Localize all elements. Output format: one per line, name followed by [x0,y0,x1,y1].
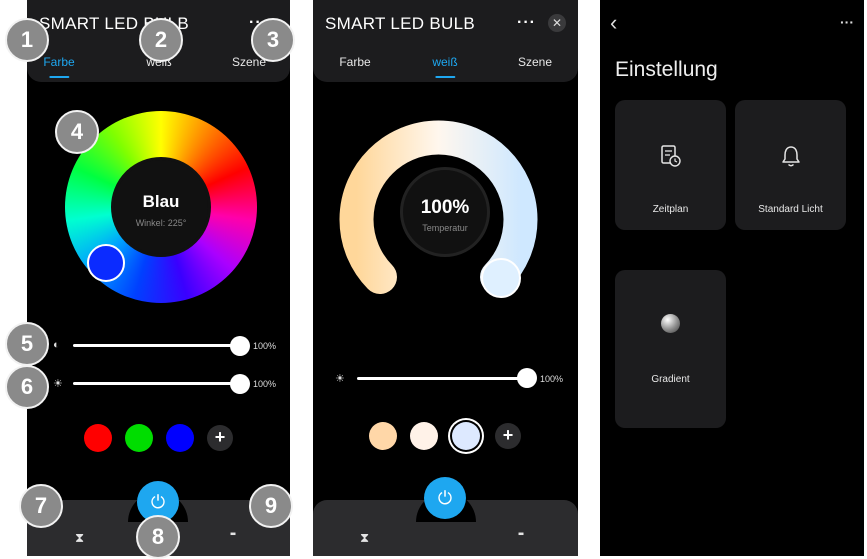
contrast-icon: ◐ [53,339,60,351]
card-zeitplan[interactable]: Zeitplan [615,100,726,230]
app-title: SMART LED BULB [325,14,476,33]
grid-icon[interactable]: ▪▪ [230,529,236,540]
card-standard-licht[interactable]: Standard Licht [735,100,846,230]
screen-einstellung: ‹ ··· Einstellung Zeitplan Standard Lich… [600,0,864,556]
more-options-icon[interactable]: ··· [517,14,536,32]
tab-weiss[interactable]: weiß [432,55,458,78]
callout-badge-2: 2 [139,18,183,62]
color-picker-handle[interactable] [87,244,125,282]
back-icon[interactable]: ‹ [610,10,617,36]
timer-icon[interactable]: ⧗ [75,530,84,546]
tab-farbe[interactable]: Farbe [43,55,75,78]
card-gradient[interactable]: Gradient [615,270,726,428]
callout-badge-7: 7 [19,484,63,528]
gradient-icon [615,314,726,339]
callout-badge-9: 9 [249,484,293,528]
page-title: Einstellung [615,58,718,81]
power-button[interactable]: ⏻ [424,477,466,519]
swatch-neutral[interactable] [410,422,438,450]
temperature-center: 100% Temperatur [400,167,490,257]
more-options-icon[interactable]: ··· [840,14,854,30]
callout-badge-4: 4 [55,110,99,154]
wheel-center: Blau Winkel: 225° [111,157,211,257]
brightness-value: 100% [253,379,277,389]
temperature-label: Temperatur [422,223,468,233]
brightness-icon: ☀ [53,378,63,390]
tab-szene[interactable]: Szene [518,55,552,69]
swatch-green[interactable] [125,424,153,452]
timer-icon[interactable]: ⧗ [360,530,369,546]
callout-badge-6: 6 [5,365,49,409]
card-label: Standard Licht [758,204,823,215]
close-icon[interactable]: ✕ [548,14,566,32]
callout-badge-1: 1 [5,18,49,62]
brightness-icon: ☀ [335,373,345,385]
card-label: Zeitplan [652,204,689,215]
add-color-button[interactable]: + [495,423,521,449]
brightness-track[interactable] [357,377,529,380]
grid-icon[interactable]: ▪▪ [518,529,524,540]
brightness-thumb[interactable] [230,374,250,394]
brightness-value: 100% [540,374,564,384]
callout-badge-3: 3 [251,18,295,62]
swatch-cool-selected[interactable] [452,422,480,450]
angle-text: Winkel: 225° [135,218,187,228]
card-label: Gradient [651,374,690,385]
screen-weiss: SMART LED BULB ··· ✕ Farbe weiß Szene 10… [313,0,578,556]
contrast-track[interactable] [73,344,241,347]
callout-badge-8: 8 [136,515,180,559]
swatch-red[interactable] [84,424,112,452]
bell-icon [735,144,846,174]
add-color-button[interactable]: + [207,425,233,451]
temperature-handle[interactable] [481,258,521,298]
contrast-value: 100% [253,341,277,351]
screen-farbe: SMART LED BULB ··· Farbe weiß Szene Blau… [27,0,290,556]
schedule-icon [615,144,726,174]
brightness-thumb[interactable] [517,368,537,388]
temperature-value: 100% [420,197,470,218]
tab-farbe[interactable]: Farbe [339,55,370,69]
swatch-blue[interactable] [166,424,194,452]
callout-badge-5: 5 [5,322,49,366]
header: SMART LED BULB ··· ✕ Farbe weiß Szene [313,0,578,82]
color-name: Blau [142,192,180,211]
brightness-track[interactable] [73,382,241,385]
contrast-thumb[interactable] [230,336,250,356]
swatch-warm[interactable] [369,422,397,450]
